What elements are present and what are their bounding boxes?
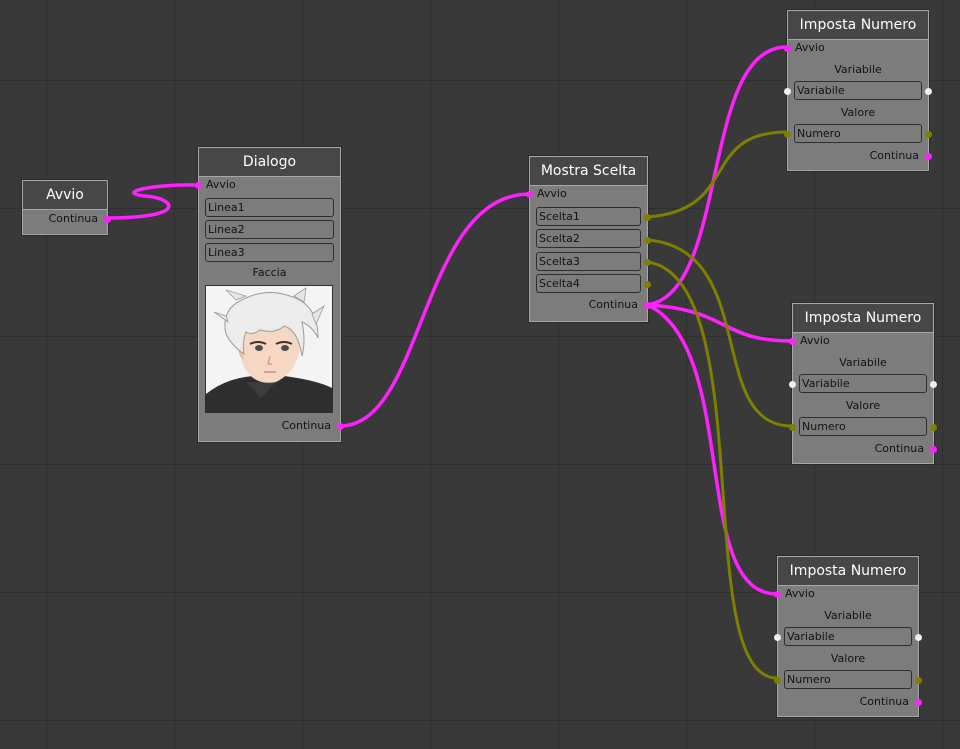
value-output-pin[interactable] [915, 677, 922, 684]
value-label: Valore [840, 106, 876, 119]
input-label-avvio: Avvio [206, 178, 236, 191]
output-pin-continua[interactable] [644, 302, 651, 309]
variable-input-pin[interactable] [784, 88, 791, 95]
flow-wire-dialogo-to-mostra-scelta[interactable] [339, 192, 531, 428]
choice-output-pin-1[interactable] [644, 214, 651, 221]
choice-field-4[interactable]: Scelta4 [536, 274, 641, 293]
input-pin-avvio[interactable] [526, 191, 533, 198]
output-label-continua: Continua [281, 419, 331, 432]
choice-output-pin-4[interactable] [644, 281, 651, 288]
imposta-numero-node-3[interactable]: Imposta Numero Avvio Variabile Variabile… [774, 556, 922, 717]
output-label-continua: Continua [874, 442, 924, 455]
line-field-3[interactable]: Linea3 [205, 243, 334, 262]
node-title[interactable]: Imposta Numero [788, 11, 928, 40]
value-output-pin[interactable] [930, 424, 937, 431]
imposta-numero-node-1[interactable]: Imposta Numero Avvio Variabile Variabile… [784, 10, 932, 171]
variable-field[interactable]: Variabile [784, 627, 912, 646]
choice-output-pin-3[interactable] [644, 259, 651, 266]
input-pin-avvio[interactable] [195, 182, 202, 189]
value-wire-scelta2-to-numero-2[interactable] [647, 238, 793, 428]
value-input-pin[interactable] [789, 424, 796, 431]
variable-output-pin[interactable] [930, 381, 937, 388]
input-pin-avvio[interactable] [774, 591, 781, 598]
output-label-continua: Continua [48, 212, 98, 225]
variable-input-pin[interactable] [774, 634, 781, 641]
choice-output-pin-2[interactable] [644, 237, 651, 244]
variable-label: Variabile [824, 609, 872, 622]
output-pin-continua[interactable] [915, 699, 922, 706]
node-title[interactable]: Imposta Numero [793, 304, 933, 333]
value-field[interactable]: Numero [784, 670, 912, 689]
variable-output-pin[interactable] [915, 634, 922, 641]
mostra-scelta-node[interactable]: Mostra Scelta Avvio Scelta1 Scelta2 Scel… [526, 156, 651, 322]
input-label-avvio: Avvio [800, 334, 830, 347]
value-input-pin[interactable] [774, 677, 781, 684]
value-wire-scelta1-to-numero-1[interactable] [647, 130, 788, 219]
value-label: Valore [830, 652, 866, 665]
variable-field[interactable]: Variabile [799, 374, 927, 393]
dialogo-node[interactable]: Dialogo Avvio Linea1 Linea2 Linea3 Facci… [195, 147, 344, 442]
variable-label: Variabile [839, 356, 887, 369]
line-field-1[interactable]: Linea1 [205, 198, 334, 217]
character-portrait[interactable] [205, 285, 333, 413]
variable-output-pin[interactable] [925, 88, 932, 95]
output-label-continua: Continua [588, 298, 638, 311]
character-portrait-icon [206, 286, 332, 412]
node-title[interactable]: Imposta Numero [778, 557, 918, 586]
input-label-avvio: Avvio [785, 587, 815, 600]
variable-input-pin[interactable] [789, 381, 796, 388]
value-label: Valore [845, 399, 881, 412]
value-wire-scelta3-to-numero-3[interactable] [647, 260, 778, 680]
flow-wire-continua-to-imposta-1[interactable] [647, 45, 788, 307]
line-field-2[interactable]: Linea2 [205, 220, 334, 239]
face-label: Faccia [252, 266, 287, 279]
value-field[interactable]: Numero [799, 417, 927, 436]
node-title[interactable]: Avvio [23, 181, 107, 210]
output-pin-continua[interactable] [104, 216, 111, 223]
output-pin-continua[interactable] [930, 446, 937, 453]
variable-field[interactable]: Variabile [794, 81, 922, 100]
output-label-continua: Continua [869, 149, 919, 162]
node-title[interactable]: Mostra Scelta [530, 157, 647, 186]
variable-label: Variabile [834, 63, 882, 76]
imposta-numero-node-2[interactable]: Imposta Numero Avvio Variabile Variabile… [789, 303, 937, 464]
choice-field-1[interactable]: Scelta1 [536, 207, 641, 226]
choice-field-3[interactable]: Scelta3 [536, 252, 641, 271]
input-pin-avvio[interactable] [789, 338, 796, 345]
value-input-pin[interactable] [784, 131, 791, 138]
output-label-continua: Continua [859, 695, 909, 708]
node-title[interactable]: Dialogo [199, 148, 340, 177]
flow-wire-continua-to-imposta-2[interactable] [647, 303, 793, 343]
input-pin-avvio[interactable] [784, 45, 791, 52]
flow-wire-continua-to-imposta-3[interactable] [647, 303, 778, 596]
output-pin-continua[interactable] [925, 153, 932, 160]
value-output-pin[interactable] [925, 131, 932, 138]
flow-wire-avvio-to-dialogo[interactable] [106, 183, 198, 220]
value-field[interactable]: Numero [794, 124, 922, 143]
avvio-node[interactable]: Avvio Continua [22, 180, 111, 235]
input-label-avvio: Avvio [795, 41, 825, 54]
output-pin-continua[interactable] [337, 423, 344, 430]
input-label-avvio: Avvio [537, 187, 567, 200]
choice-field-2[interactable]: Scelta2 [536, 229, 641, 248]
